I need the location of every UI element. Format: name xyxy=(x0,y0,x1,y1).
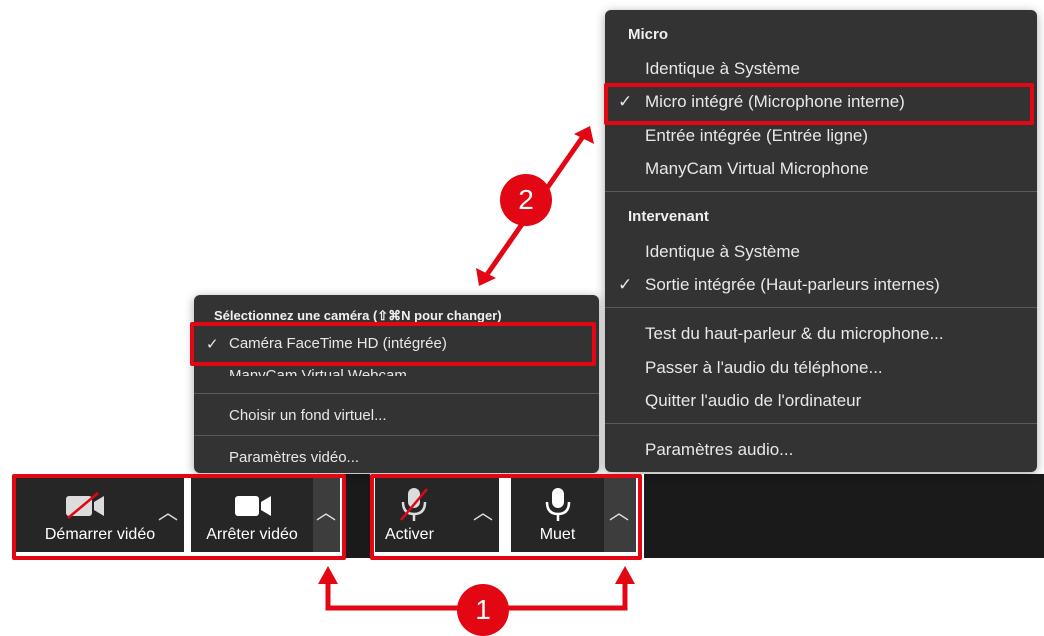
annotation-badge-2: 2 xyxy=(500,174,552,226)
annotation-arrows xyxy=(318,126,635,611)
annotation-badge-1: 1 xyxy=(457,584,509,636)
